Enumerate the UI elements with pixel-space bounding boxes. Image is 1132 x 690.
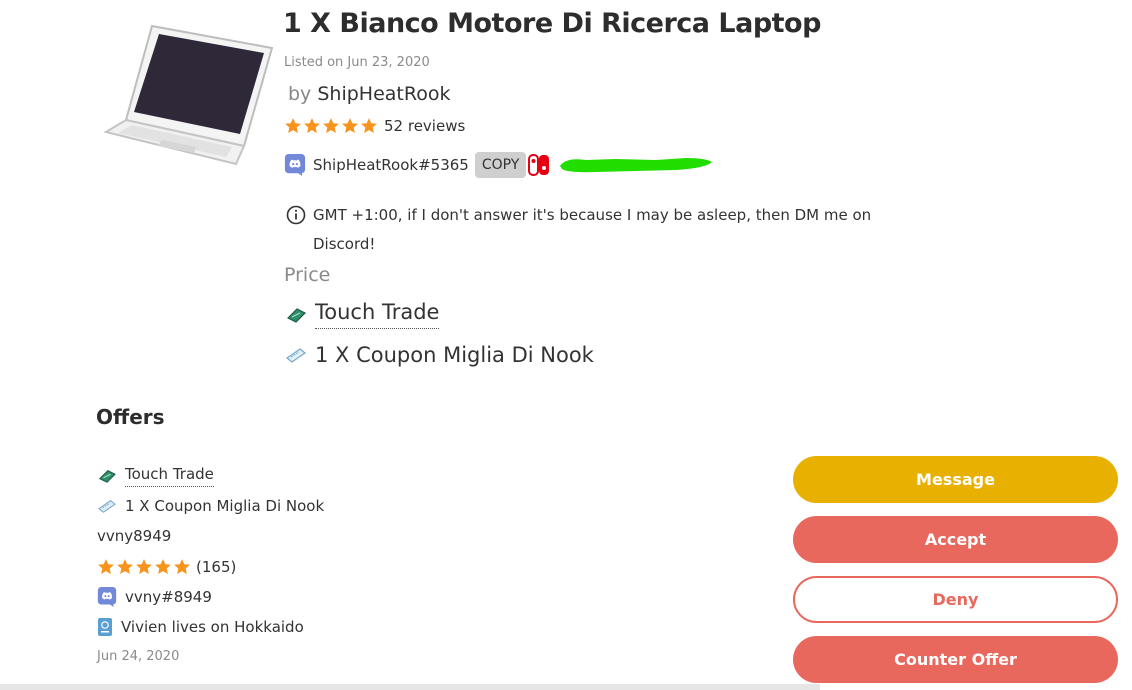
star-icon bbox=[304, 118, 320, 133]
info-icon bbox=[286, 205, 306, 225]
leaf-ticket-icon bbox=[286, 307, 307, 323]
discord-icon bbox=[284, 154, 306, 176]
nook-miles-ticket-icon bbox=[98, 500, 116, 513]
star-icon bbox=[136, 559, 152, 574]
by-prefix: by bbox=[288, 83, 312, 105]
star-icon bbox=[361, 118, 377, 133]
star-icon bbox=[323, 118, 339, 133]
star-icon bbox=[285, 118, 301, 133]
horizontal-scrollbar[interactable] bbox=[0, 684, 820, 690]
price-label: Price bbox=[284, 264, 331, 286]
note-text: GMT +1:00, if I don't answer it's becaus… bbox=[313, 206, 872, 253]
star-icon bbox=[342, 118, 358, 133]
deny-button[interactable]: Deny bbox=[793, 576, 1118, 623]
offer-item-label[interactable]: Touch Trade bbox=[125, 465, 214, 487]
offer-item-touch-trade: Touch Trade bbox=[97, 465, 214, 487]
offer-rating-count: (165) bbox=[196, 558, 237, 576]
passport-icon bbox=[98, 618, 112, 636]
seller-contact: ShipHeatRook#5365 COPY bbox=[284, 150, 716, 180]
leaf-ticket-icon bbox=[98, 470, 116, 483]
laptop-image bbox=[104, 24, 274, 166]
seller-rating: 52 reviews bbox=[284, 117, 465, 135]
star-rating bbox=[284, 117, 378, 135]
star-icon bbox=[174, 559, 190, 574]
star-icon bbox=[98, 559, 114, 574]
copy-button[interactable]: COPY bbox=[474, 152, 527, 178]
discord-icon bbox=[97, 587, 117, 607]
price-item-touch-trade: Touch Trade bbox=[285, 300, 440, 329]
offer-date: Jun 24, 2020 bbox=[97, 649, 180, 664]
offer-rating: (165) bbox=[97, 558, 236, 576]
offers-heading: Offers bbox=[96, 405, 165, 429]
star-rating bbox=[97, 558, 191, 576]
offer-island-text: Vivien lives on Hokkaido bbox=[121, 618, 304, 636]
price-item-label[interactable]: Touch Trade bbox=[315, 300, 440, 329]
accept-button[interactable]: Accept bbox=[793, 516, 1118, 563]
offer-discord: vvny#8949 bbox=[97, 586, 212, 608]
counter-offer-button[interactable]: Counter Offer bbox=[793, 636, 1118, 683]
nook-miles-ticket-icon bbox=[285, 348, 307, 363]
star-icon bbox=[117, 559, 133, 574]
reviews-link[interactable]: 52 reviews bbox=[384, 117, 465, 135]
redaction-scribble bbox=[560, 158, 713, 173]
seller-line: by ShipHeatRook bbox=[288, 83, 450, 105]
seller-note: GMT +1:00, if I don't answer it's becaus… bbox=[284, 201, 924, 259]
offer-item-label: 1 X Coupon Miglia Di Nook bbox=[125, 497, 325, 515]
offer-user: vvny8949 bbox=[97, 527, 171, 545]
listed-date: Listed on Jun 23, 2020 bbox=[284, 55, 430, 70]
star-icon bbox=[155, 559, 171, 574]
message-button[interactable]: Message bbox=[793, 456, 1118, 503]
offer-discord-tag: vvny#8949 bbox=[125, 588, 212, 606]
nintendo-switch-icon bbox=[528, 154, 550, 176]
offer-island: Vivien lives on Hokkaido bbox=[97, 617, 304, 637]
price-item-label: 1 X Coupon Miglia Di Nook bbox=[315, 343, 594, 367]
discord-tag: ShipHeatRook#5365 bbox=[313, 156, 469, 174]
listing-title: 1 X Bianco Motore Di Ricerca Laptop bbox=[283, 8, 821, 39]
price-item-nook-coupon: 1 X Coupon Miglia Di Nook bbox=[285, 343, 594, 367]
offer-username-link[interactable]: vvny8949 bbox=[97, 527, 171, 545]
offer-item-nook-coupon: 1 X Coupon Miglia Di Nook bbox=[97, 497, 324, 515]
seller-name-link[interactable]: ShipHeatRook bbox=[317, 83, 450, 105]
